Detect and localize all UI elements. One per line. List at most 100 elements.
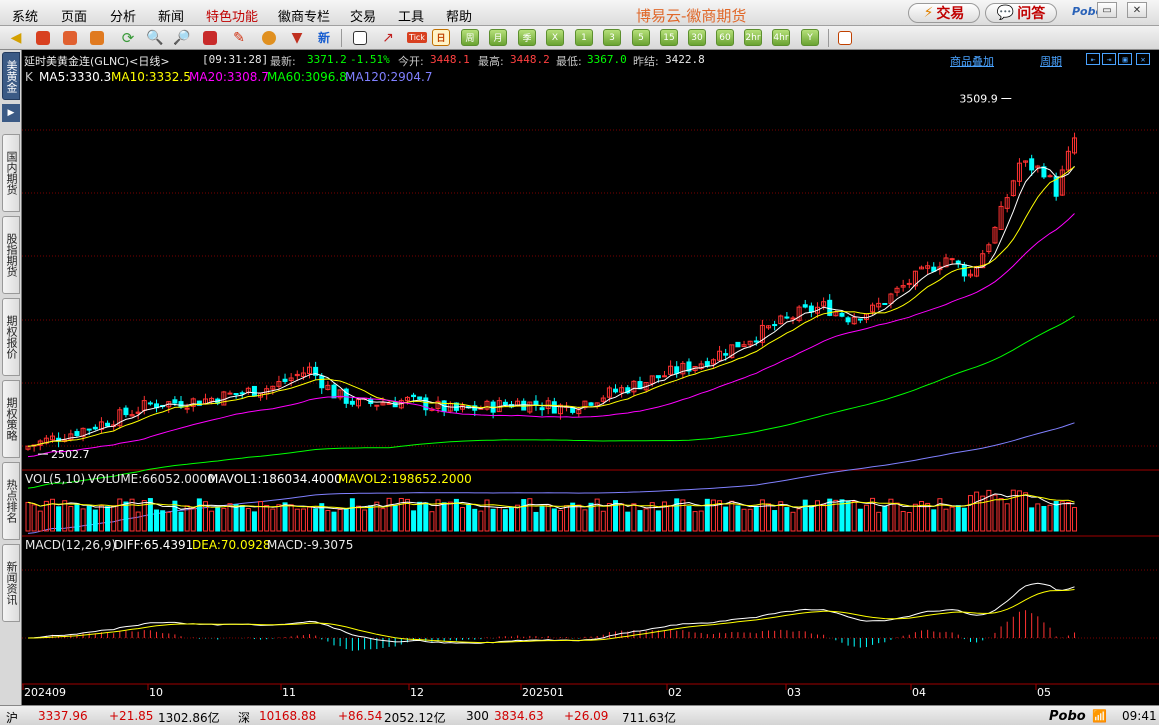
volume-bar bbox=[380, 508, 386, 532]
menu-huishang-column[interactable]: 徽商专栏 bbox=[278, 6, 330, 25]
candle-body bbox=[661, 375, 667, 378]
volume-bar bbox=[227, 503, 233, 532]
filter-icon[interactable]: ▼ bbox=[287, 28, 307, 47]
tab-option-quotes[interactable]: 期权报价 bbox=[2, 298, 20, 376]
overlay-link[interactable]: 商品叠加 bbox=[950, 53, 994, 69]
candle-body bbox=[839, 312, 845, 317]
menu-system[interactable]: 系统 bbox=[12, 6, 38, 25]
menu-features[interactable]: 特色功能 bbox=[206, 6, 258, 25]
period-link[interactable]: 周期 bbox=[1040, 53, 1062, 69]
period-button-5[interactable]: 1 bbox=[575, 29, 593, 46]
f10-icon[interactable] bbox=[87, 28, 107, 47]
period-button-7[interactable]: 5 bbox=[632, 29, 650, 46]
pobo-logo: Pobo bbox=[1049, 709, 1086, 724]
ma5-value: MA5:3330.3 bbox=[39, 70, 112, 84]
hs300-change: +26.09 bbox=[564, 709, 609, 723]
volume-bar bbox=[270, 508, 276, 532]
period-button-9[interactable]: 30 bbox=[688, 29, 706, 46]
volume-bar bbox=[949, 506, 955, 532]
draw-line-icon[interactable] bbox=[259, 28, 279, 47]
period-button-1[interactable]: 周 bbox=[461, 29, 479, 46]
volume-bar bbox=[337, 508, 343, 532]
kline-chart[interactable]: 3509.9 2502.7 202409 10 11 12 202501 02 03 04 05 bbox=[22, 50, 1159, 705]
candle-body bbox=[251, 385, 257, 397]
menu-tools[interactable]: 工具 bbox=[398, 6, 424, 25]
trade-button[interactable]: ⚡ 交易 bbox=[908, 3, 980, 23]
period-button-12[interactable]: 4hr bbox=[772, 29, 790, 46]
volume-bar bbox=[551, 508, 557, 532]
refresh-icon[interactable]: ⟳ bbox=[118, 28, 138, 47]
menu-news[interactable]: 新闻 bbox=[158, 6, 184, 25]
tab-option-strategy[interactable]: 期权策略 bbox=[2, 380, 20, 458]
menu-analysis[interactable]: 分析 bbox=[110, 6, 136, 25]
qa-button[interactable]: 💬 问答 bbox=[985, 3, 1057, 23]
volume-bar bbox=[515, 504, 521, 532]
app-title: 博易云-徽商期货 bbox=[636, 7, 747, 25]
tab-news[interactable]: 新闻资讯 bbox=[2, 544, 20, 622]
tab-domestic-futures[interactable]: 国内期货 bbox=[2, 134, 20, 212]
tab-index-futures[interactable]: 股指期货 bbox=[2, 216, 20, 294]
volume-bar bbox=[790, 511, 796, 532]
trend-icon[interactable]: ↗ bbox=[378, 28, 398, 47]
period-button-0[interactable]: 日 bbox=[432, 29, 450, 46]
volume-bar bbox=[135, 511, 141, 532]
period-button-6[interactable]: 3 bbox=[603, 29, 621, 46]
tick-chart-icon[interactable]: Tick bbox=[405, 28, 429, 47]
period-button-13[interactable]: Y bbox=[801, 29, 819, 46]
expand-arrow-icon[interactable]: ▶ bbox=[2, 104, 20, 122]
pen-icon[interactable]: ✎ bbox=[229, 28, 249, 47]
back-arrow-icon[interactable]: ◀ bbox=[6, 28, 26, 47]
period-button-11[interactable]: 2hr bbox=[744, 29, 762, 46]
volume-bar bbox=[735, 505, 741, 532]
volume-bar bbox=[882, 505, 888, 532]
volume-bar bbox=[56, 506, 62, 532]
period-button-3[interactable]: 季 bbox=[518, 29, 536, 46]
grid-icon[interactable] bbox=[835, 28, 855, 47]
windows-icon[interactable] bbox=[200, 28, 220, 47]
volume-bar bbox=[490, 508, 496, 532]
period-button-4[interactable]: X bbox=[546, 29, 564, 46]
hs300-index: 3834.63 bbox=[494, 709, 544, 723]
candle-body bbox=[227, 392, 233, 395]
volume-bar bbox=[1041, 506, 1047, 532]
volume-bar bbox=[863, 504, 869, 532]
zoom-out-icon[interactable]: 🔎 bbox=[172, 28, 192, 47]
tab-hot-ranking[interactable]: 热点排名 bbox=[2, 462, 20, 540]
volume-bar bbox=[1059, 501, 1065, 532]
volume-bar bbox=[386, 497, 392, 532]
chart-area[interactable]: 3509.9 2502.7 202409 10 11 12 202501 02 03 04 05 延… bbox=[22, 50, 1159, 705]
candle-body bbox=[331, 384, 337, 399]
candle-body bbox=[282, 378, 288, 382]
tick-icon[interactable] bbox=[60, 28, 80, 47]
period-button-8[interactable]: 15 bbox=[660, 29, 678, 46]
volume-bar bbox=[943, 508, 949, 532]
menu-trade[interactable]: 交易 bbox=[350, 6, 376, 25]
minimize-icon[interactable]: ▭ bbox=[1097, 2, 1117, 18]
period-button-2[interactable]: 月 bbox=[489, 29, 507, 46]
volume-bar bbox=[729, 500, 735, 532]
volume-bar bbox=[435, 499, 441, 532]
table-icon[interactable] bbox=[350, 28, 370, 47]
candle-body bbox=[857, 318, 863, 321]
new-icon[interactable]: 新 bbox=[314, 28, 334, 47]
period-button-10[interactable]: 60 bbox=[716, 29, 734, 46]
low-label: 最低: bbox=[556, 55, 582, 68]
volume-bar bbox=[392, 505, 398, 532]
volume-bar bbox=[300, 508, 306, 532]
volume-bar bbox=[313, 508, 319, 532]
zoom-in-icon[interactable]: 🔍 bbox=[145, 28, 165, 47]
volume-bar bbox=[766, 503, 772, 532]
home-icon[interactable] bbox=[33, 28, 53, 47]
restore-icon[interactable]: ▣ bbox=[1118, 53, 1132, 65]
tab-us-gold[interactable]: 美黄金 bbox=[2, 52, 20, 100]
volume-bar bbox=[955, 505, 961, 532]
volume-bar bbox=[912, 503, 918, 532]
close-chart-icon[interactable]: ✕ bbox=[1136, 53, 1150, 65]
volume-bar bbox=[294, 508, 300, 532]
menu-help[interactable]: 帮助 bbox=[446, 6, 472, 25]
volume-bar bbox=[1053, 500, 1059, 532]
shrink-icon[interactable]: ⇤ bbox=[1086, 53, 1100, 65]
expand-icon[interactable]: ⇥ bbox=[1102, 53, 1116, 65]
close-icon[interactable]: ✕ bbox=[1127, 2, 1147, 18]
menu-page[interactable]: 页面 bbox=[61, 6, 87, 25]
